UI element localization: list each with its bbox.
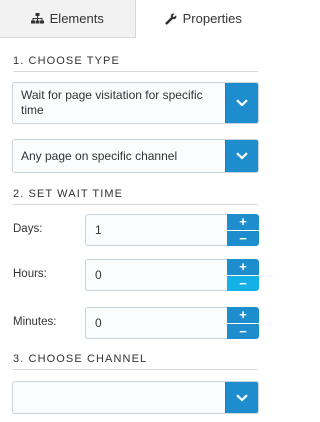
days-stepper: + − (227, 214, 259, 246)
type-select-toggle[interactable] (225, 83, 258, 123)
type-select[interactable]: Wait for page visitation for specific ti… (12, 82, 259, 124)
type-select-value: Wait for page visitation for specific ti… (21, 88, 203, 117)
section-title-choose-type: 1. CHOOSE TYPE (13, 55, 120, 67)
chevron-down-icon (236, 94, 248, 112)
section-title-set-wait-time: 2. SET WAIT TIME (13, 188, 124, 200)
wrench-icon (165, 13, 177, 25)
minutes-input[interactable]: 0 (85, 307, 227, 339)
hours-increment-button[interactable]: + (227, 259, 259, 276)
divider (13, 369, 258, 370)
page-select[interactable]: Any page on specific channel (12, 139, 259, 173)
tab-elements[interactable]: Elements (0, 0, 136, 38)
tab-properties[interactable]: Properties (135, 0, 271, 38)
minutes-label: Minutes: (13, 316, 57, 328)
minutes-increment-button[interactable]: + (227, 307, 259, 324)
hours-decrement-button[interactable]: − (227, 275, 259, 291)
channel-select-toggle[interactable] (225, 382, 258, 413)
section-title-choose-channel: 3. CHOOSE CHANNEL (13, 353, 148, 365)
chevron-down-icon (236, 389, 248, 407)
hours-stepper: + − (227, 259, 259, 291)
sitemap-icon (30, 13, 44, 24)
tab-bar: Elements Properties (0, 0, 271, 38)
divider (13, 71, 258, 72)
chevron-down-icon (236, 147, 248, 165)
hours-input[interactable]: 0 (85, 259, 227, 291)
page-select-value: Any page on specific channel (21, 148, 178, 163)
minutes-decrement-button[interactable]: − (227, 323, 259, 339)
channel-select[interactable] (12, 381, 259, 414)
tab-properties-label: Properties (182, 11, 242, 26)
days-increment-button[interactable]: + (227, 214, 259, 231)
days-label: Days: (13, 223, 43, 235)
divider (13, 204, 258, 205)
days-input[interactable]: 1 (85, 214, 227, 246)
channel-select-value (13, 382, 225, 413)
days-decrement-button[interactable]: − (227, 230, 259, 246)
page-select-toggle[interactable] (225, 140, 258, 172)
minutes-stepper: + − (227, 307, 259, 339)
hours-label: Hours: (13, 268, 47, 280)
tab-elements-label: Elements (49, 11, 104, 26)
